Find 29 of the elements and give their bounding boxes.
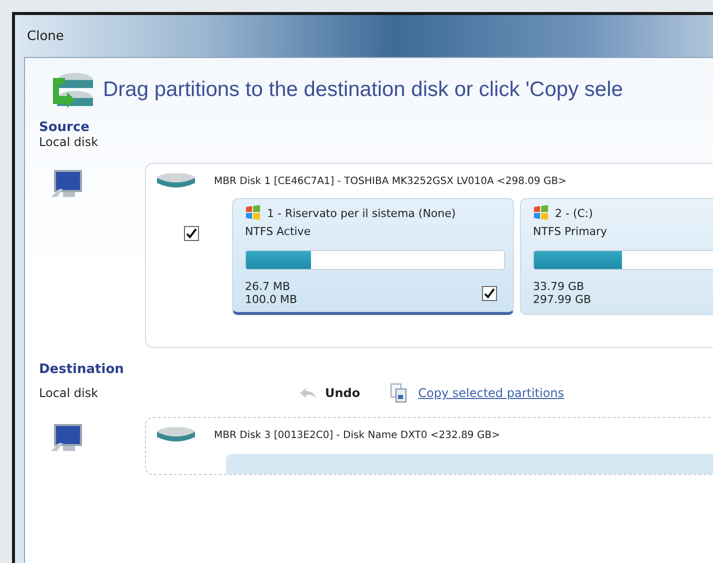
- computer-icon: [49, 423, 85, 453]
- partition-card[interactable]: 2 - (C:) NTFS Primary 33.79 GB 297.99 GB: [520, 198, 713, 315]
- partition-checkbox[interactable]: [482, 286, 497, 300]
- copy-partitions-link[interactable]: Copy selected partitions: [418, 386, 564, 400]
- total-size: 297.99 GB: [533, 293, 592, 306]
- partition-card[interactable]: 1 - Riservato per il sistema (None) NTFS Active 26.7 MB 100.0 MB: [232, 198, 514, 315]
- disk-checkbox[interactable]: [184, 226, 198, 241]
- used-size: 33.79 GB: [533, 280, 586, 293]
- partition-name: 2 - (C:): [555, 206, 593, 220]
- windows-logo-icon: [245, 205, 261, 221]
- undo-arrow-icon: [299, 387, 317, 399]
- section-heading: Source: [39, 120, 90, 135]
- hard-drive-icon: [156, 172, 196, 190]
- partition-type: NTFS Primary: [533, 225, 608, 238]
- used-size: 26.7 MB: [245, 280, 292, 293]
- partition-name: 1 - Riservato per il sistema (None): [267, 206, 456, 220]
- window-title: Clone: [27, 28, 64, 44]
- partition-type: NTFS Active: [245, 225, 312, 238]
- instruction-text: Drag partitions to the destination disk or click 'Copy sele: [103, 78, 623, 102]
- disk-title: MBR Disk 3 [0013E2C0] - Disk Name DXT0 <232.89 GB>: [214, 430, 500, 440]
- hard-drive-icon: [156, 426, 196, 444]
- windows-logo-icon: [533, 205, 549, 221]
- copy-documents-icon: [390, 383, 408, 403]
- section-label: Local disk: [39, 386, 100, 400]
- computer-icon: [49, 169, 85, 199]
- disk-title: MBR Disk 1 [CE46C7A1] - TOSHIBA MK3252GSX LV010A <298.09 GB>: [214, 176, 567, 186]
- section-heading: Destination: [39, 362, 125, 377]
- total-size: 100.0 MB: [245, 293, 298, 306]
- section-label: Local disk: [39, 135, 100, 149]
